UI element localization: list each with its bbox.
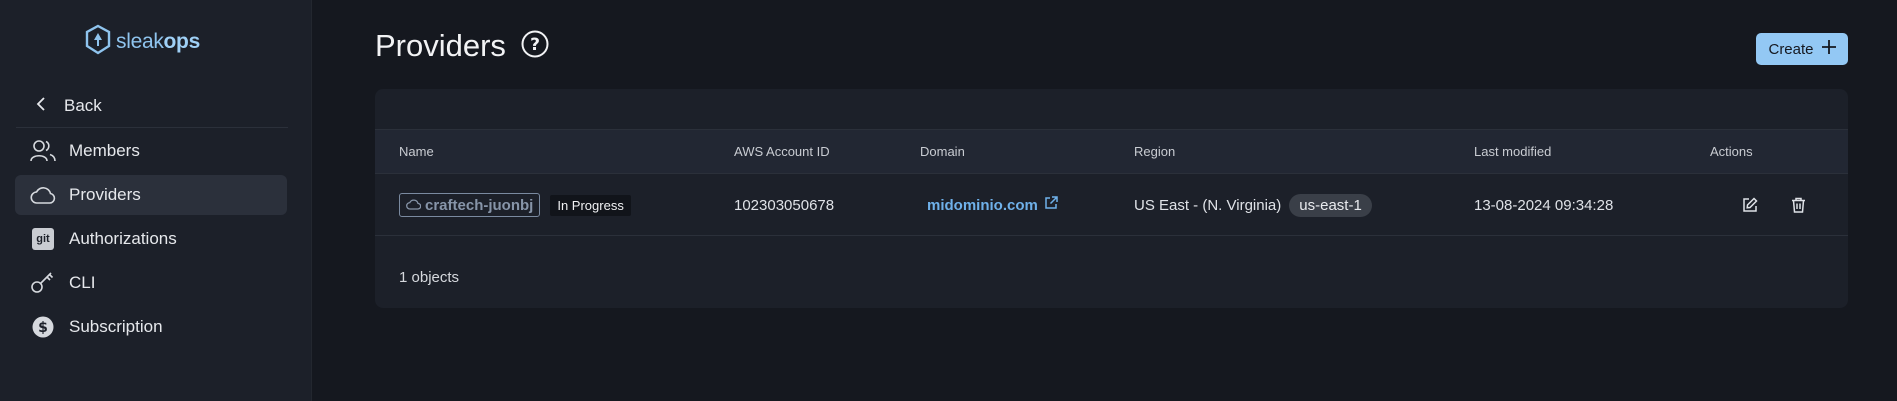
brand-name: sleakops bbox=[116, 30, 200, 54]
domain-text: midominio.com bbox=[927, 196, 1038, 214]
svg-text:?: ? bbox=[530, 35, 540, 55]
sidebar-item-providers[interactable]: Providers bbox=[15, 175, 287, 215]
column-header-last-modified: Last modified bbox=[1474, 144, 1552, 159]
sidebar-item-label: Providers bbox=[69, 185, 141, 204]
sidebar-item-cli[interactable]: CLI bbox=[15, 263, 287, 303]
create-button[interactable]: Create bbox=[1756, 33, 1848, 65]
members-icon bbox=[29, 137, 57, 165]
sidebar-item-subscription[interactable]: $ Subscription bbox=[15, 307, 287, 347]
external-link-icon bbox=[1044, 196, 1058, 214]
trash-icon bbox=[1791, 197, 1805, 213]
sidebar-item-authorizations[interactable]: git Authorizations bbox=[15, 219, 287, 259]
help-icon[interactable]: ? bbox=[520, 29, 550, 64]
key-icon bbox=[29, 269, 57, 297]
edit-icon bbox=[1743, 197, 1758, 212]
brand-light: sleak bbox=[116, 30, 164, 53]
cell-domain: midominio.com bbox=[927, 174, 1058, 236]
column-header-aws-account-id: AWS Account ID bbox=[734, 144, 830, 159]
cell-actions bbox=[1736, 174, 1812, 236]
sleakops-logo-icon bbox=[84, 24, 112, 61]
region-code-badge: us-east-1 bbox=[1289, 193, 1372, 217]
brand-logo[interactable]: sleakops bbox=[84, 24, 200, 61]
sidebar: sleakops Back Members Providers git Auth… bbox=[0, 0, 312, 401]
create-label: Create bbox=[1768, 40, 1814, 58]
cell-name: craftech-juonbj In Progress bbox=[399, 174, 631, 236]
providers-table: Name AWS Account ID Domain Region Last m… bbox=[375, 89, 1848, 308]
provider-name-chip[interactable]: craftech-juonbj bbox=[399, 193, 541, 217]
delete-button[interactable] bbox=[1784, 191, 1812, 219]
edit-button[interactable] bbox=[1736, 191, 1764, 219]
cloud-icon bbox=[406, 197, 422, 214]
sidebar-item-members[interactable]: Members bbox=[15, 131, 287, 171]
sidebar-item-label: CLI bbox=[69, 273, 96, 292]
domain-link[interactable]: midominio.com bbox=[927, 196, 1058, 214]
cell-last-modified: 13-08-2024 09:34:28 bbox=[1474, 196, 1614, 214]
table-header: Name AWS Account ID Domain Region Last m… bbox=[375, 129, 1848, 174]
table-row: craftech-juonbj In Progress 102303050678… bbox=[375, 174, 1848, 236]
object-count: 1 objects bbox=[399, 269, 460, 286]
git-icon-glyph: git bbox=[32, 228, 54, 250]
column-header-name: Name bbox=[399, 144, 434, 159]
git-icon: git bbox=[29, 225, 57, 253]
status-badge: In Progress bbox=[550, 194, 631, 216]
brand-bold: ops bbox=[163, 30, 201, 53]
cell-region: US East - (N. Virginia) us-east-1 bbox=[1134, 174, 1372, 236]
cell-aws-account-id: 102303050678 bbox=[734, 196, 835, 214]
sidebar-divider bbox=[16, 127, 288, 128]
column-header-domain: Domain bbox=[920, 144, 965, 159]
column-header-region: Region bbox=[1134, 144, 1176, 159]
back-label: Back bbox=[64, 96, 102, 115]
back-button[interactable]: Back bbox=[16, 86, 288, 126]
chevron-left-icon bbox=[36, 96, 46, 116]
sidebar-item-label: Members bbox=[69, 141, 140, 160]
sidebar-item-label: Subscription bbox=[69, 317, 163, 336]
page-title: Providers bbox=[375, 28, 506, 63]
column-header-actions: Actions bbox=[1710, 144, 1753, 159]
cloud-icon bbox=[29, 181, 57, 209]
page-header: Providers ? bbox=[375, 26, 550, 66]
svg-text:$: $ bbox=[38, 320, 48, 336]
provider-name: craftech-juonbj bbox=[425, 196, 534, 214]
region-name: US East - (N. Virginia) bbox=[1134, 196, 1282, 214]
plus-icon bbox=[1821, 40, 1836, 58]
sidebar-item-label: Authorizations bbox=[69, 229, 177, 248]
dollar-icon: $ bbox=[29, 313, 57, 341]
